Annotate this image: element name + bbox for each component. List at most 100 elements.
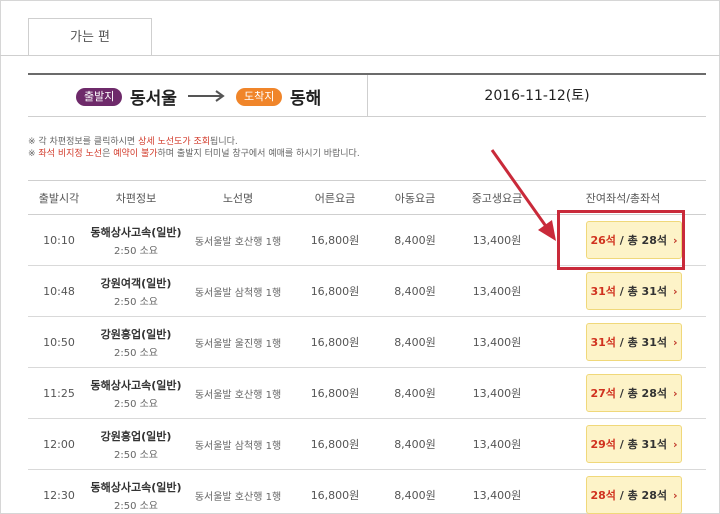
bus-info[interactable]: 강원흥업(일반) 2:50 소요	[90, 316, 182, 368]
bus-info[interactable]: 동해상사고속(일반) 2:50 소요	[90, 367, 182, 419]
total-seats: / 총 31석	[619, 285, 667, 298]
remaining-seats: 31석	[590, 285, 616, 298]
notice-2-red2: 예약이 불가	[113, 149, 158, 159]
trip-duration: 2:50 소요	[113, 245, 159, 257]
seat-cell: 28석 / 총 28석 ›	[540, 469, 706, 514]
chevron-right-icon: ›	[672, 285, 678, 298]
header-route-name: 노선명	[182, 180, 294, 215]
header-bus-info: 차편정보	[90, 180, 182, 215]
arrival-city: 동해	[290, 89, 322, 109]
chevron-right-icon: ›	[672, 336, 678, 349]
chevron-right-icon: ›	[672, 387, 678, 400]
table-row[interactable]: 10:50 강원흥업(일반) 2:50 소요 동서울발 울진행 1행 16,800원 8,…	[28, 316, 706, 368]
arrow-right-icon	[188, 90, 228, 102]
trip-duration: 2:50 소요	[113, 500, 159, 512]
departure-time: 11:25	[28, 367, 90, 419]
tab-outbound[interactable]: 가는 편	[28, 18, 152, 56]
notice-line-1: ※ 각 차편정보를 클릭하시면 상세 노선도가 조회됩니다.	[28, 136, 360, 148]
notice-1-prefix: ※ 각 차편정보를 클릭하시면	[28, 137, 139, 147]
bus-info[interactable]: 강원흥업(일반) 2:50 소요	[90, 418, 182, 470]
bus-info[interactable]: 동해상사고속(일반) 2:50 소요	[90, 214, 182, 266]
route-name: 동서울발 호산행 1행	[182, 469, 294, 514]
remaining-seats: 31석	[590, 336, 616, 349]
remaining-seats: 29석	[590, 438, 616, 451]
seat-select-button[interactable]: 31석 / 총 31석 ›	[586, 272, 682, 310]
route-name: 동서울발 삼척행 1행	[182, 265, 294, 317]
student-fare: 13,400원	[454, 469, 540, 514]
bus-company[interactable]: 동해상사고속(일반)	[90, 479, 182, 495]
child-fare: 8,400원	[376, 469, 454, 514]
tab-divider	[0, 55, 720, 56]
total-seats: / 총 28석	[619, 489, 667, 502]
annotation-arrow-icon	[490, 149, 556, 241]
departure-city: 동서울	[130, 89, 177, 109]
chevron-right-icon: ›	[672, 438, 678, 451]
header-departure-time: 출발시각	[28, 180, 90, 215]
student-fare: 13,400원	[454, 316, 540, 368]
route-cities: 출발지 동서울 도착지 동해	[28, 75, 368, 117]
chevron-right-icon: ›	[672, 489, 678, 502]
arrival-badge: 도착지	[236, 88, 283, 106]
seat-cell: 27석 / 총 28석 ›	[540, 367, 706, 419]
student-fare: 13,400원	[454, 367, 540, 419]
notice-2-suffix: 하며 출발지 터미널 창구에서 예매를 하시기 바랍니다.	[157, 149, 360, 159]
bus-company[interactable]: 강원흥업(일반)	[90, 428, 182, 444]
trip-duration: 2:50 소요	[113, 449, 159, 461]
seat-cell: 31석 / 총 31석 ›	[540, 316, 706, 368]
departure-time: 10:10	[28, 214, 90, 266]
route-name: 동서울발 호산행 1행	[182, 367, 294, 419]
notice-text: ※ 각 차편정보를 클릭하시면 상세 노선도가 조회됩니다. ※ 좌석 비지정 …	[28, 136, 360, 160]
seat-select-button[interactable]: 27석 / 총 28석 ›	[586, 374, 682, 412]
travel-date: 2016-11-12(토)	[484, 88, 590, 104]
departure-time: 10:48	[28, 265, 90, 317]
bus-info[interactable]: 동해상사고속(일반) 2:50 소요	[90, 469, 182, 514]
bus-company[interactable]: 동해상사고속(일반)	[90, 377, 182, 393]
notice-2-mid: 은	[102, 149, 114, 159]
route-map-link[interactable]: 상세 노선도가 조회	[138, 137, 210, 147]
seat-cell: 31석 / 총 31석 ›	[540, 265, 706, 317]
bus-info[interactable]: 강원여객(일반) 2:50 소요	[90, 265, 182, 317]
notice-2-red1: 좌석 비지정 노선	[38, 149, 103, 159]
adult-fare: 16,800원	[294, 367, 376, 419]
seat-select-button[interactable]: 28석 / 총 28석 ›	[586, 476, 682, 514]
highlight-box	[557, 210, 685, 270]
child-fare: 8,400원	[376, 265, 454, 317]
seat-select-button[interactable]: 29석 / 총 31석 ›	[586, 425, 682, 463]
departure-badge: 출발지	[76, 88, 123, 106]
total-seats: / 총 28석	[619, 387, 667, 400]
trip-duration: 2:50 소요	[113, 398, 159, 410]
child-fare: 8,400원	[376, 214, 454, 266]
adult-fare: 16,800원	[294, 265, 376, 317]
table-row[interactable]: 12:00 강원흥업(일반) 2:50 소요 동서울발 삼척행 1행 16,800원 8,…	[28, 418, 706, 470]
bus-company[interactable]: 동해상사고속(일반)	[90, 224, 182, 240]
trip-duration: 2:50 소요	[113, 296, 159, 308]
header-adult-fare: 어른요금	[294, 180, 376, 215]
notice-1-suffix: 됩니다.	[210, 137, 238, 147]
bus-company[interactable]: 강원여객(일반)	[90, 275, 182, 291]
child-fare: 8,400원	[376, 418, 454, 470]
child-fare: 8,400원	[376, 367, 454, 419]
adult-fare: 16,800원	[294, 418, 376, 470]
route-name: 동서울발 울진행 1행	[182, 316, 294, 368]
adult-fare: 16,800원	[294, 316, 376, 368]
departure-time: 10:50	[28, 316, 90, 368]
total-seats: / 총 31석	[619, 336, 667, 349]
remaining-seats: 27석	[590, 387, 616, 400]
student-fare: 13,400원	[454, 418, 540, 470]
notice-2-prefix: ※	[28, 149, 39, 159]
departure-time: 12:00	[28, 418, 90, 470]
notice-line-2: ※ 좌석 비지정 노선은 예약이 불가하며 출발지 터미널 창구에서 예매를 하…	[28, 148, 360, 160]
table-row[interactable]: 11:25 동해상사고속(일반) 2:50 소요 동서울발 호산행 1행 16,800원…	[28, 367, 706, 419]
route-name: 동서울발 삼척행 1행	[182, 418, 294, 470]
table-row[interactable]: 12:30 동해상사고속(일반) 2:50 소요 동서울발 호산행 1행 16,800원…	[28, 469, 706, 514]
bus-company[interactable]: 강원흥업(일반)	[90, 326, 182, 342]
seat-select-button[interactable]: 31석 / 총 31석 ›	[586, 323, 682, 361]
student-fare: 13,400원	[454, 265, 540, 317]
total-seats: / 총 31석	[619, 438, 667, 451]
remaining-seats: 28석	[590, 489, 616, 502]
child-fare: 8,400원	[376, 316, 454, 368]
adult-fare: 16,800원	[294, 469, 376, 514]
table-row[interactable]: 10:48 강원여객(일반) 2:50 소요 동서울발 삼척행 1행 16,800원 8,…	[28, 265, 706, 317]
route-name: 동서울발 호산행 1행	[182, 214, 294, 266]
route-summary: 출발지 동서울 도착지 동해 2016-11-12(토)	[28, 73, 706, 117]
